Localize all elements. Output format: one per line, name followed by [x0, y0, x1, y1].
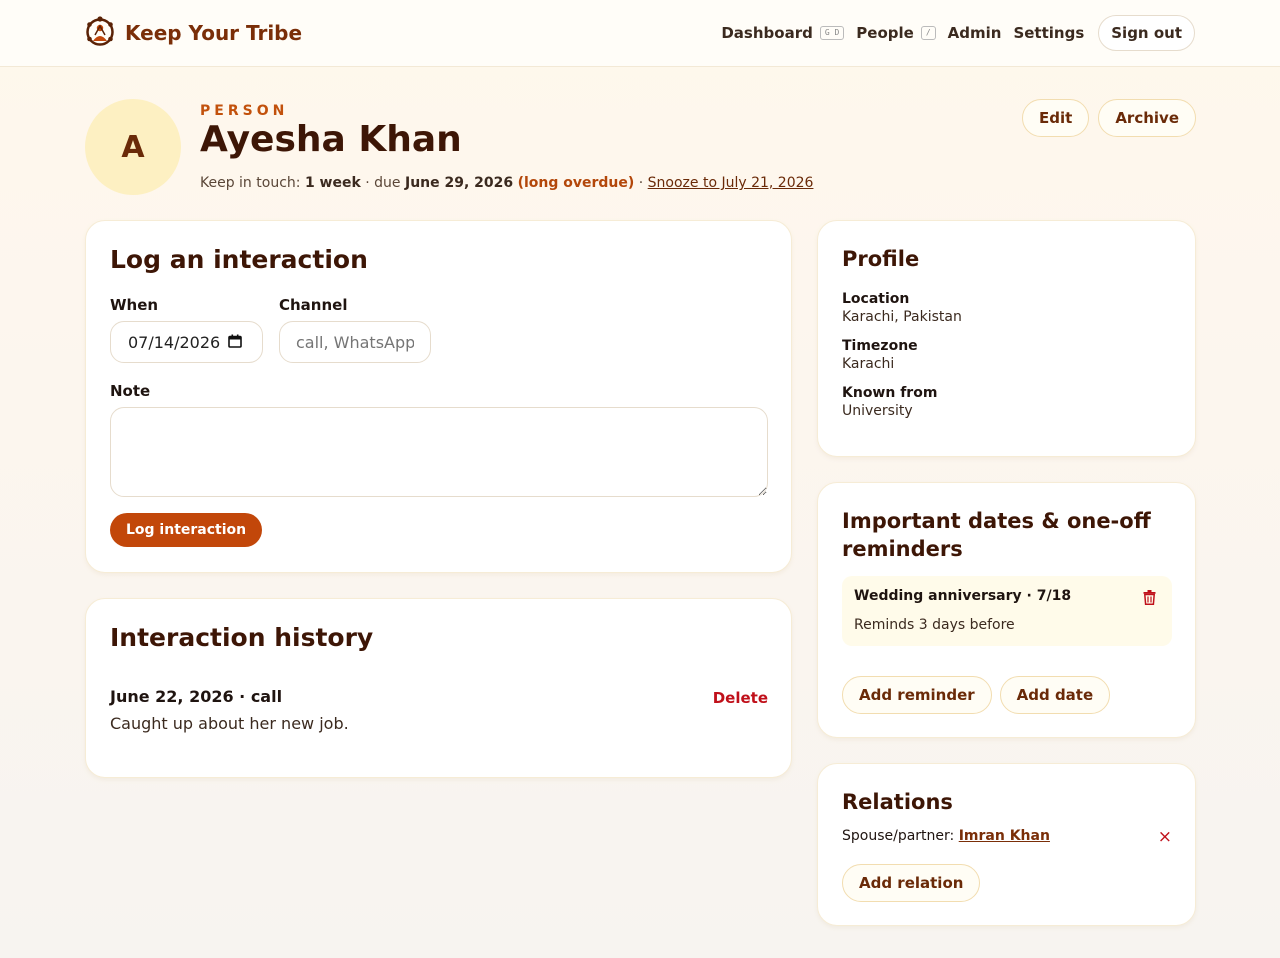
date-actions: Add reminder Add date: [842, 676, 1111, 714]
calendar-icon[interactable]: [228, 333, 243, 352]
important-dates-card: Important dates & one-off reminders Wedd…: [817, 482, 1196, 738]
profile-card: Profile Location Karachi, Pakistan Timez…: [817, 220, 1196, 457]
when-date-value: 07/14/2026: [128, 332, 221, 352]
add-reminder-button[interactable]: Add reminder: [842, 676, 992, 714]
date-reminder-sub: Reminds 3 days before: [854, 617, 1015, 633]
add-relation-button[interactable]: Add relation: [842, 864, 981, 902]
cadence-value: 1 week: [304, 175, 361, 191]
page-title: Ayesha Khan: [200, 119, 462, 160]
important-dates-title: Important dates & one-off reminders: [842, 509, 1151, 561]
person-eyebrow: PERSON: [200, 103, 289, 119]
edit-button[interactable]: Edit: [1022, 99, 1090, 137]
main-nav: Dashboard G D People / Admin Settings Si…: [721, 15, 1195, 51]
people-shortcut-hint: /: [920, 26, 936, 40]
date-reminder-item: Wedding anniversary · 7/18 Reminds 3 day…: [842, 576, 1172, 646]
nav-people-label: People: [856, 24, 914, 42]
dashboard-shortcut-hint: G D: [819, 26, 845, 40]
profile-field-known-from: Known from University: [842, 385, 962, 419]
date-reminder-title: Wedding anniversary · 7/18: [854, 588, 1072, 604]
channel-label: Channel: [279, 296, 348, 314]
note-textarea[interactable]: [110, 407, 768, 497]
brand[interactable]: Keep Your Tribe: [85, 15, 302, 51]
timezone-label: Timezone: [842, 338, 918, 354]
channel-input[interactable]: [279, 321, 431, 363]
nav-admin[interactable]: Admin: [948, 24, 1002, 42]
profile-fields: Location Karachi, Pakistan Timezone Kara…: [842, 291, 962, 419]
history-item-header: June 22, 2026 · call: [110, 687, 283, 706]
remove-relation-icon[interactable]: ×: [1158, 827, 1172, 847]
location-label: Location: [842, 291, 910, 307]
log-interaction-button[interactable]: Log interaction: [110, 513, 263, 547]
relation-type: Spouse/partner:: [842, 828, 955, 844]
sign-out-button[interactable]: Sign out: [1098, 15, 1195, 51]
archive-button[interactable]: Archive: [1098, 99, 1196, 137]
app-title: Keep Your Tribe: [125, 21, 303, 45]
snooze-link[interactable]: Snooze to July 21, 2026: [648, 175, 814, 191]
known-from-label: Known from: [842, 385, 938, 401]
when-label: When: [110, 296, 159, 314]
trash-icon[interactable]: [1143, 590, 1156, 609]
relations-card: Relations Spouse/partner: Imran Khan × A…: [817, 763, 1196, 926]
log-interaction-title: Log an interaction: [110, 245, 368, 274]
when-date-input[interactable]: 07/14/2026: [110, 321, 263, 363]
nav-dashboard-label: Dashboard: [721, 24, 813, 42]
profile-field-location: Location Karachi, Pakistan: [842, 291, 962, 325]
nav-settings[interactable]: Settings: [1013, 24, 1084, 42]
history-item-note: Caught up about her new job.: [110, 714, 349, 733]
keep-in-touch-line: Keep in touch: 1 week · due June 29, 202…: [200, 175, 813, 191]
interaction-history-title: Interaction history: [110, 623, 374, 652]
due-prefix: · due: [365, 175, 401, 191]
nav-dashboard[interactable]: Dashboard G D: [721, 24, 845, 42]
known-from-value: University: [842, 403, 913, 419]
interaction-history-card: Interaction history June 22, 2026 · call…: [85, 598, 792, 778]
note-label: Note: [110, 382, 151, 400]
timezone-value: Karachi: [842, 356, 895, 372]
location-value: Karachi, Pakistan: [842, 309, 962, 325]
overdue-badge: (long overdue): [517, 175, 635, 191]
relation-item: Spouse/partner: Imran Khan ×: [842, 827, 1172, 847]
add-date-button[interactable]: Add date: [999, 676, 1111, 714]
history-item: June 22, 2026 · call Caught up about her…: [110, 687, 768, 733]
keep-prefix: Keep in touch:: [200, 175, 301, 191]
top-bar: Keep Your Tribe Dashboard G D People / A…: [0, 0, 1280, 67]
relations-title: Relations: [842, 790, 953, 814]
separator: ·: [638, 175, 644, 191]
person-header: A PERSON Ayesha Khan Keep in touch: 1 we…: [85, 99, 1196, 199]
nav-people[interactable]: People /: [856, 24, 936, 42]
tribe-logo-icon: [85, 15, 115, 51]
delete-history-button[interactable]: Delete: [713, 689, 768, 707]
relation-person-link[interactable]: Imran Khan: [959, 828, 1050, 844]
person-actions: Edit Archive: [1022, 99, 1196, 137]
profile-title: Profile: [842, 247, 920, 271]
avatar: A: [85, 99, 181, 195]
profile-field-timezone: Timezone Karachi: [842, 338, 962, 372]
log-interaction-card: Log an interaction When 07/14/2026 Chann…: [85, 220, 792, 573]
due-date: June 29, 2026: [404, 175, 514, 191]
